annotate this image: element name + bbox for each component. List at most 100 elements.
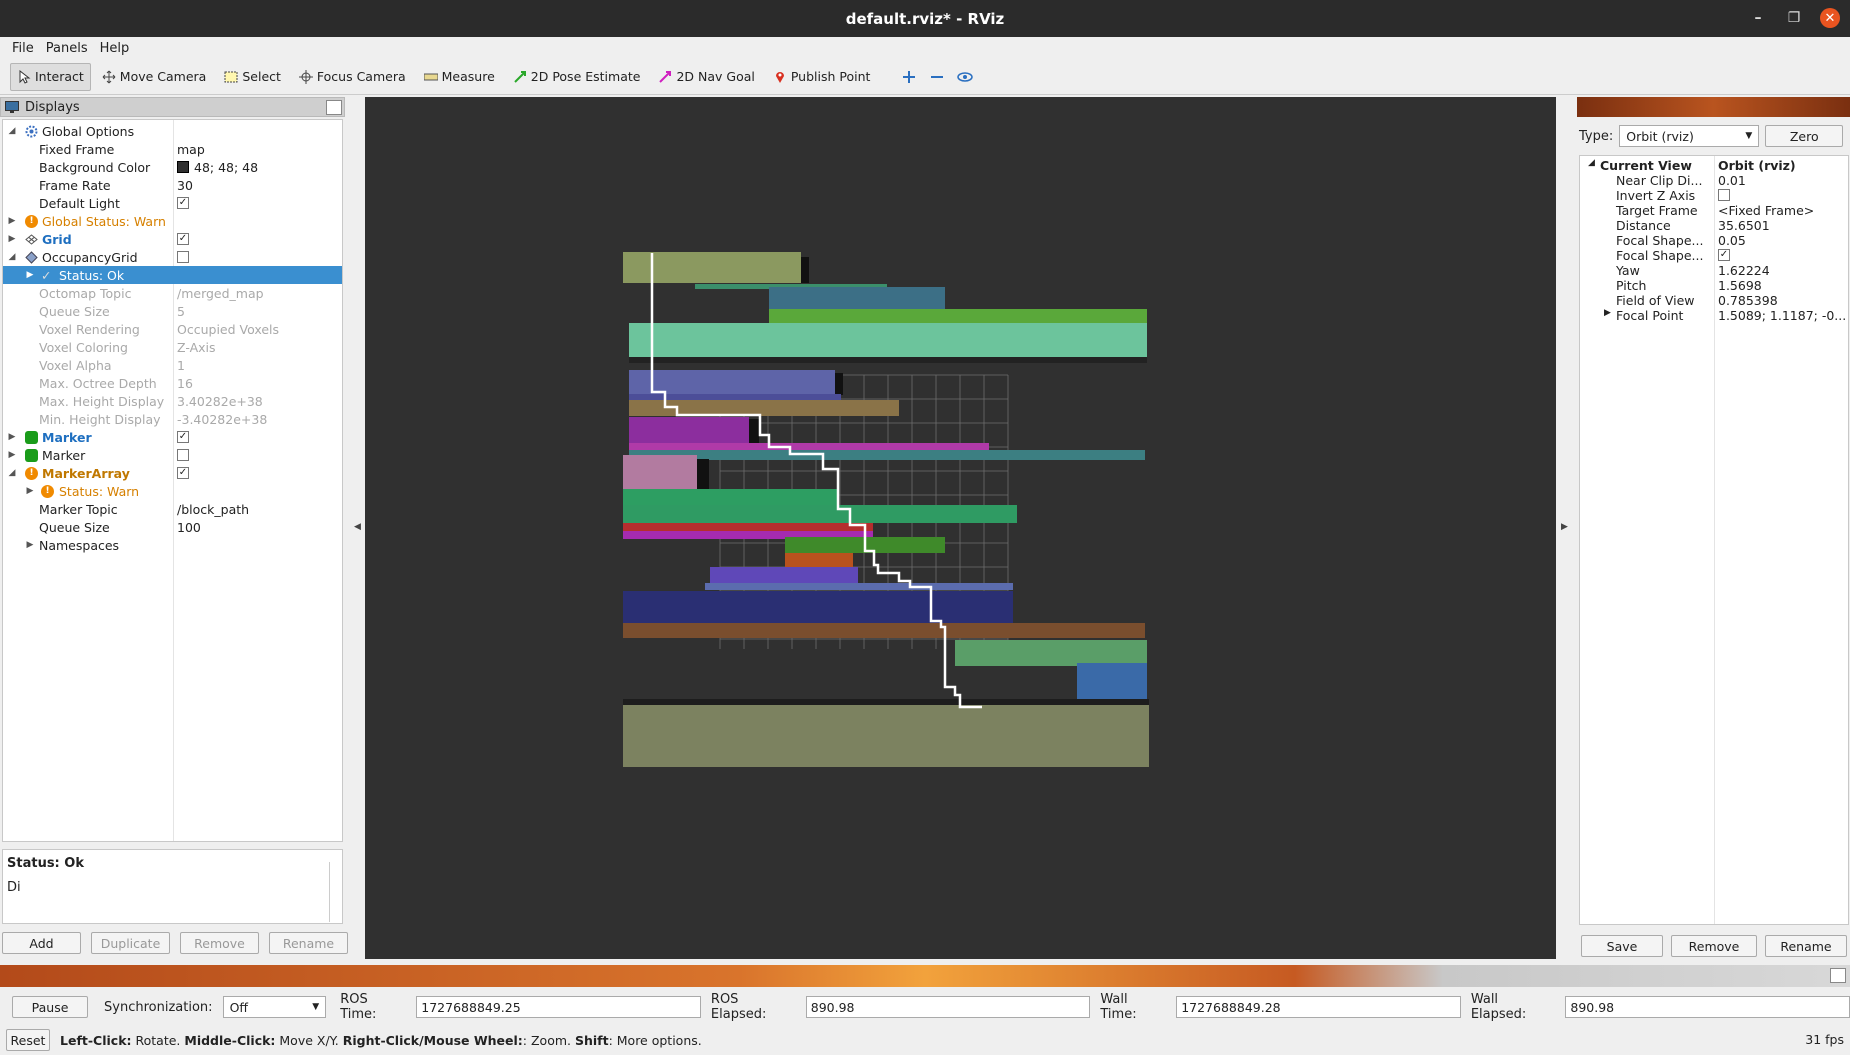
expanded-arrow-icon[interactable]: ◢ bbox=[7, 252, 17, 262]
tree-value[interactable]: /merged_map bbox=[177, 286, 264, 301]
checkbox-unchecked[interactable] bbox=[1718, 189, 1730, 201]
prop-value[interactable]: <Fixed Frame> bbox=[1718, 203, 1846, 218]
prop-focal-shape-size[interactable]: Focal Shape... 0.05 bbox=[1580, 233, 1848, 248]
pose-estimate-tool[interactable]: 2D Pose Estimate bbox=[506, 63, 648, 91]
checkbox-checked[interactable]: ✓ bbox=[177, 233, 189, 245]
eye-icon[interactable] bbox=[953, 65, 977, 89]
remove-view-button[interactable]: Remove bbox=[1671, 935, 1757, 957]
prop-near-clip[interactable]: Near Clip Di... 0.01 bbox=[1580, 173, 1848, 188]
tree-row-marker-topic[interactable]: Marker Topic /block_path bbox=[3, 500, 342, 518]
tree-value[interactable]: -3.40282e+38 bbox=[177, 412, 267, 427]
expanded-arrow-icon[interactable]: ◢ bbox=[7, 468, 17, 478]
ros-time-field[interactable]: 1727688849.25 bbox=[416, 996, 701, 1018]
tree-value[interactable]: Occupied Voxels bbox=[177, 322, 279, 337]
tree-row-status-ok[interactable]: ▶ ✓ Status: Ok bbox=[3, 266, 342, 284]
zero-button[interactable]: Zero bbox=[1765, 125, 1844, 147]
collapsed-arrow-icon[interactable]: ▶ bbox=[25, 486, 35, 496]
prop-focal-point[interactable]: ▶ Focal Point 1.5089; 1.1187; -0.... bbox=[1580, 308, 1848, 323]
tree-row-global-options[interactable]: ◢ Global Options bbox=[3, 122, 342, 140]
tree-row-octomap-topic[interactable]: Octomap Topic /merged_map bbox=[3, 284, 342, 302]
prop-value[interactable]: 1.5089; 1.1187; -0.... bbox=[1718, 308, 1846, 323]
tree-row-voxel-rendering[interactable]: Voxel Rendering Occupied Voxels bbox=[3, 320, 342, 338]
collapsed-arrow-icon[interactable]: ▶ bbox=[25, 270, 35, 280]
reset-button[interactable]: Reset bbox=[6, 1029, 50, 1051]
interact-tool[interactable]: Interact bbox=[10, 62, 91, 91]
wall-time-field[interactable]: 1727688849.28 bbox=[1176, 996, 1461, 1018]
prop-distance[interactable]: Distance 35.6501 bbox=[1580, 218, 1848, 233]
tree-value[interactable]: 5 bbox=[177, 304, 185, 319]
tree-value[interactable]: 16 bbox=[177, 376, 193, 391]
tree-value[interactable]: 48; 48; 48 bbox=[194, 160, 258, 175]
tree-row-occupancy-grid[interactable]: ◢ OccupancyGrid bbox=[3, 248, 342, 266]
view-type-select[interactable]: Orbit (rviz) ▼ bbox=[1619, 125, 1760, 147]
tree-row-marker-array[interactable]: ◢ ! MarkerArray ✓ bbox=[3, 464, 342, 482]
prop-value[interactable]: 35.6501 bbox=[1718, 218, 1846, 233]
tree-row-voxel-alpha[interactable]: Voxel Alpha 1 bbox=[3, 356, 342, 374]
tree-value[interactable]: 1 bbox=[177, 358, 185, 373]
prop-invert-z[interactable]: Invert Z Axis bbox=[1580, 188, 1848, 203]
render-viewport[interactable] bbox=[365, 97, 1556, 959]
tree-row-marker-2[interactable]: ▶ Marker bbox=[3, 446, 342, 464]
undock-button[interactable] bbox=[1830, 968, 1846, 983]
tree-row-voxel-coloring[interactable]: Voxel Coloring Z-Axis bbox=[3, 338, 342, 356]
scrollbar[interactable] bbox=[329, 862, 341, 922]
tree-row-default-light[interactable]: Default Light ✓ bbox=[3, 194, 342, 212]
rename-button[interactable]: Rename bbox=[269, 932, 348, 954]
move-camera-tool[interactable]: Move Camera bbox=[95, 63, 214, 91]
prop-value[interactable]: 0.01 bbox=[1718, 173, 1846, 188]
checkbox-checked[interactable]: ✓ bbox=[1718, 249, 1730, 261]
prop-value[interactable]: 0.05 bbox=[1718, 233, 1846, 248]
restore-icon[interactable]: ❐ bbox=[1784, 8, 1804, 28]
tree-row-queue-size[interactable]: Queue Size 5 bbox=[3, 302, 342, 320]
nav-goal-tool[interactable]: 2D Nav Goal bbox=[651, 63, 761, 91]
tree-value[interactable]: /block_path bbox=[177, 502, 249, 517]
tree-row-status-warn[interactable]: ▶ ! Status: Warn bbox=[3, 482, 342, 500]
collapsed-arrow-icon[interactable]: ▶ bbox=[7, 216, 17, 226]
prop-focal-shape-fixed[interactable]: Focal Shape... ✓ bbox=[1580, 248, 1848, 263]
remove-button[interactable]: Remove bbox=[180, 932, 259, 954]
pause-button[interactable]: Pause bbox=[12, 996, 89, 1018]
tree-row-min-height[interactable]: Min. Height Display -3.40282e+38 bbox=[3, 410, 342, 428]
rename-view-button[interactable]: Rename bbox=[1765, 935, 1847, 957]
prop-current-view[interactable]: ◢ Current View Orbit (rviz) bbox=[1580, 158, 1848, 173]
prop-target-frame[interactable]: Target Frame <Fixed Frame> bbox=[1580, 203, 1848, 218]
tree-row-namespaces[interactable]: ▶ Namespaces bbox=[3, 536, 342, 554]
ros-elapsed-field[interactable]: 890.98 bbox=[805, 996, 1091, 1018]
measure-tool[interactable]: Measure bbox=[417, 63, 502, 91]
collapsed-arrow-icon[interactable]: ▶ bbox=[7, 432, 17, 442]
left-splitter-arrow-icon[interactable]: ◀ bbox=[354, 522, 361, 532]
tree-row-max-height[interactable]: Max. Height Display 3.40282e+38 bbox=[3, 392, 342, 410]
menu-file[interactable]: File bbox=[6, 41, 40, 56]
add-button[interactable]: Add bbox=[2, 932, 81, 954]
tree-row-frame-rate[interactable]: Frame Rate 30 bbox=[3, 176, 342, 194]
tree-value[interactable]: Z-Axis bbox=[177, 340, 216, 355]
tree-row-max-octree-depth[interactable]: Max. Octree Depth 16 bbox=[3, 374, 342, 392]
checkbox-checked[interactable]: ✓ bbox=[177, 431, 189, 443]
right-splitter-arrow-icon[interactable]: ▶ bbox=[1561, 522, 1568, 532]
menu-help[interactable]: Help bbox=[94, 41, 136, 56]
collapsed-arrow-icon[interactable]: ▶ bbox=[7, 450, 17, 460]
remove-tool-icon[interactable] bbox=[925, 65, 949, 89]
select-tool[interactable]: Select bbox=[217, 63, 288, 91]
expanded-arrow-icon[interactable]: ◢ bbox=[7, 126, 17, 136]
expanded-arrow-icon[interactable]: ◢ bbox=[1588, 158, 1595, 168]
tree-value[interactable]: 3.40282e+38 bbox=[177, 394, 263, 409]
collapsed-arrow-icon[interactable]: ▶ bbox=[1604, 308, 1611, 318]
sync-select[interactable]: Off ▼ bbox=[222, 996, 327, 1018]
prop-value[interactable]: 1.5698 bbox=[1718, 278, 1846, 293]
checkbox-unchecked[interactable] bbox=[177, 449, 189, 461]
tree-value[interactable]: map bbox=[177, 142, 205, 157]
undock-button[interactable] bbox=[326, 100, 342, 115]
checkbox-unchecked[interactable] bbox=[177, 251, 189, 263]
focus-camera-tool[interactable]: Focus Camera bbox=[292, 63, 413, 91]
prop-value[interactable]: 0.785398 bbox=[1718, 293, 1846, 308]
tree-row-global-status[interactable]: ▶ ! Global Status: Warn bbox=[3, 212, 342, 230]
publish-point-tool[interactable]: Publish Point bbox=[766, 63, 878, 91]
collapsed-arrow-icon[interactable]: ▶ bbox=[25, 540, 35, 550]
tree-row-fixed-frame[interactable]: Fixed Frame map bbox=[3, 140, 342, 158]
close-icon[interactable]: ✕ bbox=[1820, 8, 1840, 28]
tree-row-grid[interactable]: ▶ Grid ✓ bbox=[3, 230, 342, 248]
prop-yaw[interactable]: Yaw 1.62224 bbox=[1580, 263, 1848, 278]
prop-pitch[interactable]: Pitch 1.5698 bbox=[1580, 278, 1848, 293]
tree-value[interactable]: 30 bbox=[177, 178, 193, 193]
